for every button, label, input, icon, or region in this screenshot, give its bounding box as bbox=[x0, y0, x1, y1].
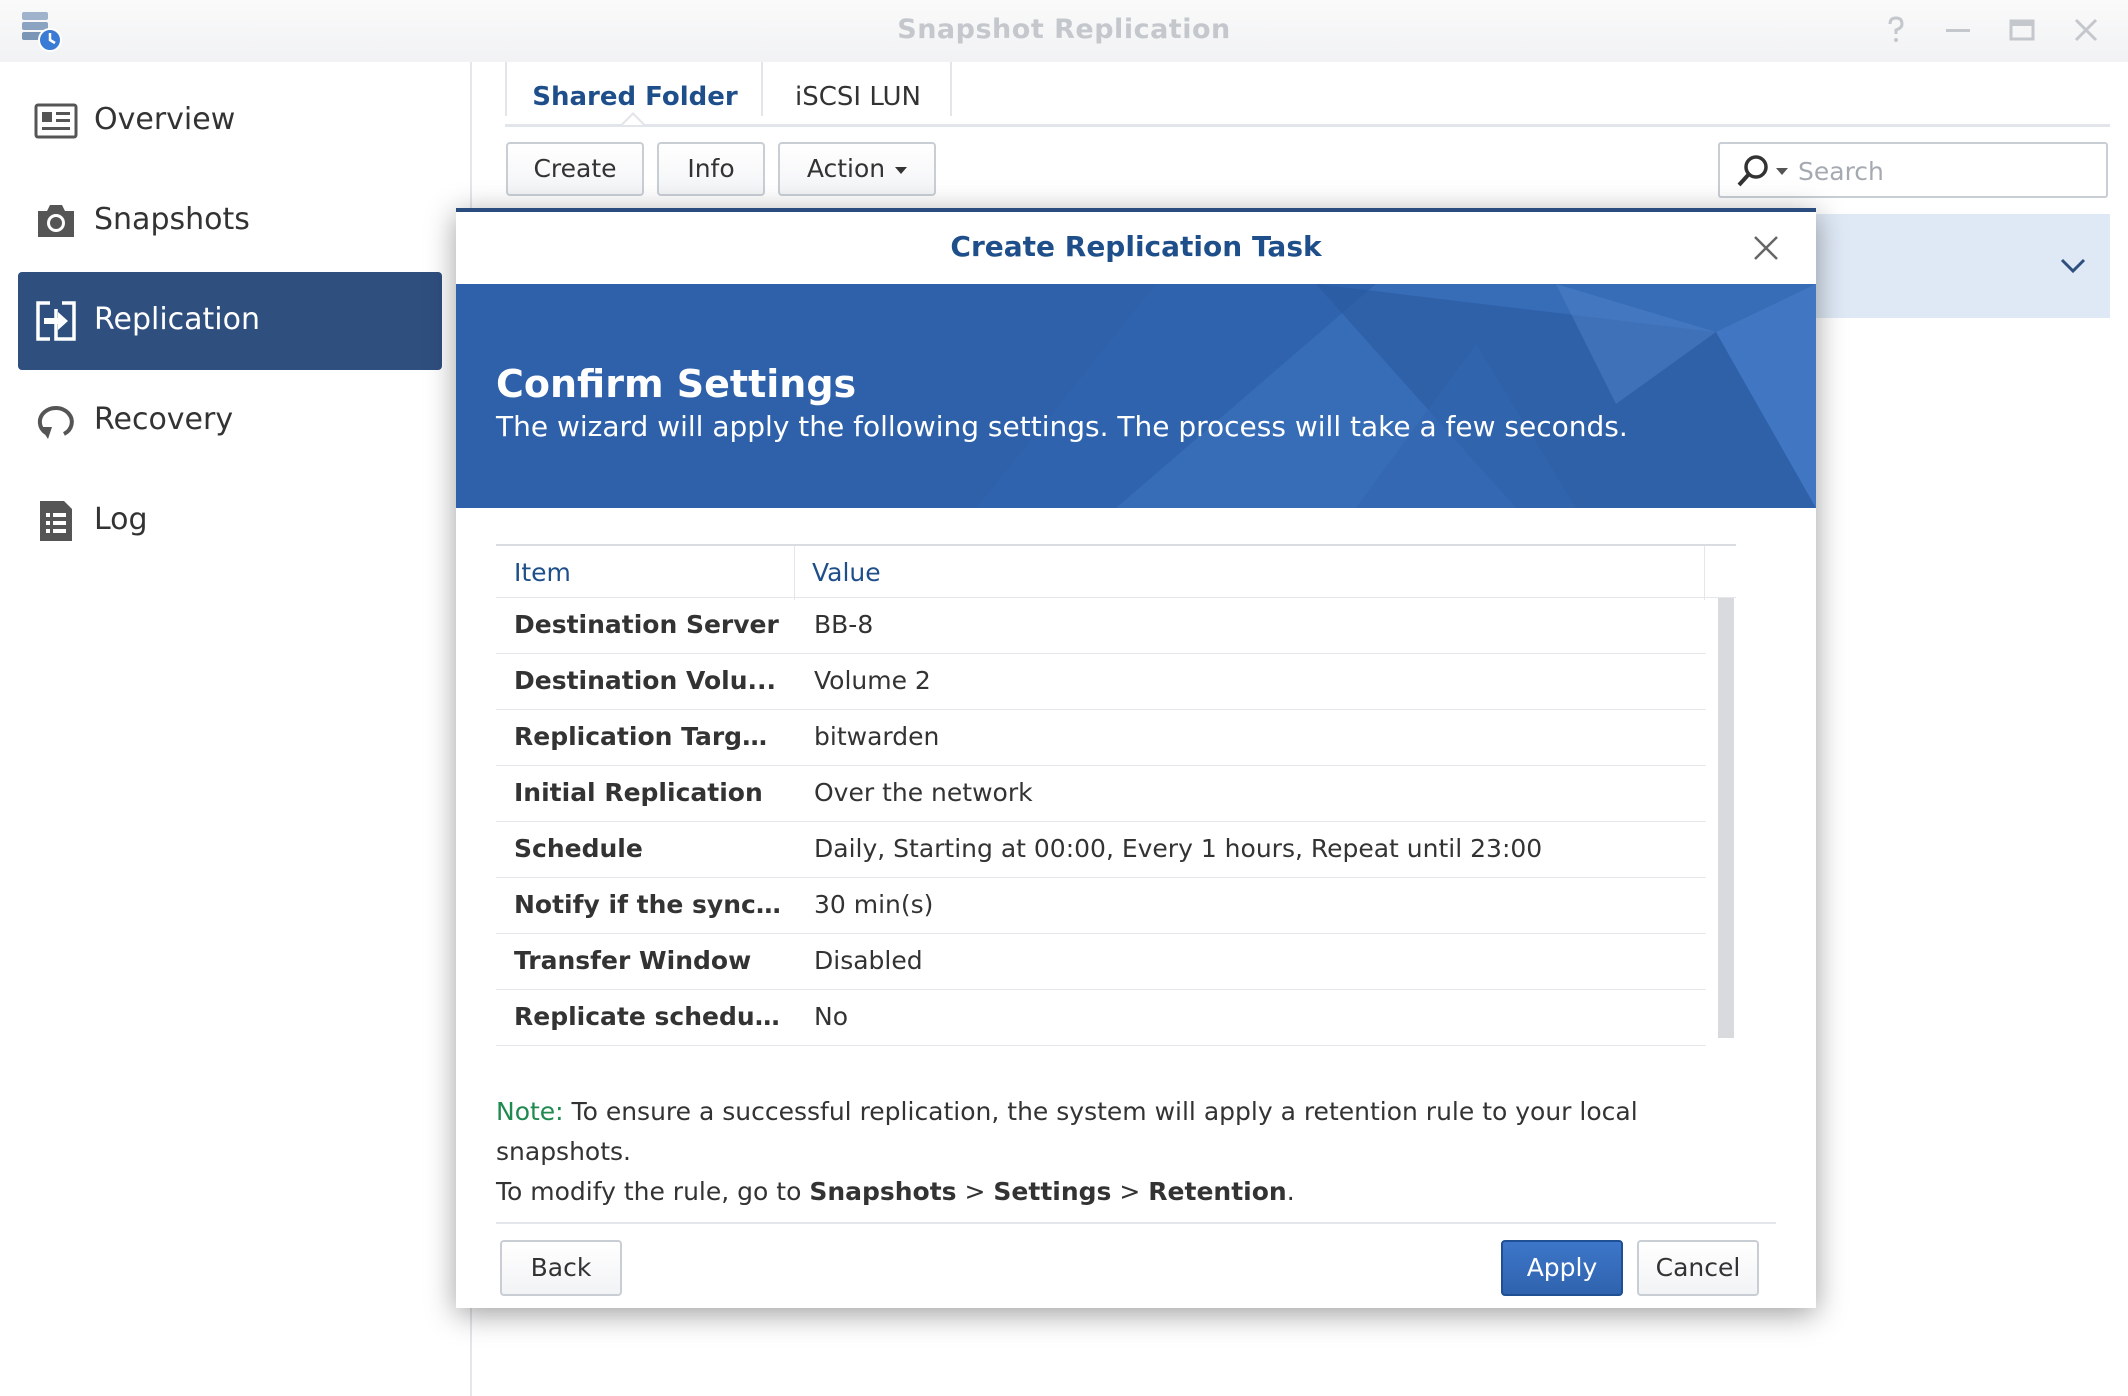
row-value: Daily, Starting at 00:00, Every 1 hours,… bbox=[814, 834, 1543, 863]
caret-down-icon bbox=[895, 166, 908, 174]
row-item: Initial Replication bbox=[514, 778, 763, 807]
sidebar-item-label: Log bbox=[94, 502, 148, 537]
info-button[interactable]: Info bbox=[657, 142, 765, 196]
sidebar-item-label: Recovery bbox=[94, 402, 234, 437]
cancel-button[interactable]: Cancel bbox=[1637, 1240, 1759, 1296]
sidebar-item-label: Overview bbox=[94, 102, 236, 137]
dialog-header: Create Replication Task bbox=[456, 212, 1816, 284]
table-row[interactable]: Notify if the sync ... 30 min(s) bbox=[496, 878, 1706, 934]
help-icon[interactable] bbox=[1880, 14, 1912, 46]
banner-subtitle: The wizard will apply the following sett… bbox=[496, 410, 1628, 443]
sidebar-item-replication[interactable]: Replication bbox=[18, 272, 442, 370]
dialog-title: Create Replication Task bbox=[950, 230, 1322, 263]
window-title: Snapshot Replication bbox=[897, 14, 1231, 45]
minimize-icon[interactable] bbox=[1942, 14, 1974, 46]
wizard-banner: Confirm Settings The wizard will apply t… bbox=[456, 284, 1816, 508]
recovery-icon bbox=[37, 405, 74, 439]
table-row[interactable]: Destination Volu... Volume 2 bbox=[496, 654, 1706, 710]
create-button[interactable]: Create bbox=[506, 142, 644, 196]
dialog-footer-divider bbox=[496, 1222, 1776, 1224]
note-path-settings: Settings bbox=[993, 1177, 1112, 1206]
row-item: Replication Targe... bbox=[514, 722, 782, 751]
row-item: Transfer Window bbox=[514, 946, 752, 975]
sidebar-item-log[interactable]: Log bbox=[18, 472, 442, 570]
row-value: Over the network bbox=[814, 778, 1033, 807]
chevron-down-icon[interactable] bbox=[2058, 250, 2088, 280]
column-header-item[interactable]: Item bbox=[514, 558, 571, 587]
overview-icon bbox=[34, 103, 78, 139]
create-replication-task-dialog: Create Replication Task Confirm Settings… bbox=[456, 208, 1816, 1308]
table-row[interactable]: Schedule Daily, Starting at 00:00, Every… bbox=[496, 822, 1706, 878]
sidebar-item-snapshots[interactable]: Snapshots bbox=[18, 172, 442, 270]
sidebar-item-overview[interactable]: Overview bbox=[18, 72, 442, 170]
row-value: 30 min(s) bbox=[814, 890, 934, 919]
tab-bar: Shared Folder iSCSI LUN bbox=[505, 62, 2110, 126]
sidebar-item-label: Snapshots bbox=[94, 202, 250, 237]
note-end: . bbox=[1286, 1177, 1295, 1206]
table-row[interactable]: Initial Replication Over the network bbox=[496, 766, 1706, 822]
action-button-label: Action bbox=[806, 154, 886, 183]
table-row[interactable]: Replication Targe... bitwarden bbox=[496, 710, 1706, 766]
row-value: bitwarden bbox=[814, 722, 940, 751]
table-row[interactable]: Transfer Window Disabled bbox=[496, 934, 1706, 990]
note-path-separator: > bbox=[1111, 1177, 1149, 1206]
note-path-retention: Retention bbox=[1148, 1177, 1287, 1206]
table-body[interactable]: Destination Server BB-8 Destination Volu… bbox=[496, 598, 1736, 1070]
action-button[interactable]: Action bbox=[778, 142, 936, 196]
search-input[interactable] bbox=[1796, 150, 2100, 192]
maximize-icon[interactable] bbox=[2006, 14, 2038, 46]
search-icon[interactable] bbox=[1736, 154, 1770, 188]
camera-icon bbox=[38, 205, 74, 237]
note-path-snapshots: Snapshots bbox=[809, 1177, 957, 1206]
sidebar: Overview Snapshots Replication Recovery bbox=[0, 62, 470, 1396]
row-value: BB-8 bbox=[814, 610, 874, 639]
banner-title: Confirm Settings bbox=[496, 362, 857, 406]
sidebar-item-label: Replication bbox=[94, 302, 261, 337]
replication-icon bbox=[36, 301, 76, 341]
close-window-icon[interactable] bbox=[2070, 14, 2102, 46]
back-button[interactable]: Back bbox=[500, 1240, 622, 1296]
tab-underline bbox=[505, 124, 2110, 127]
note-text: To modify the rule, go to bbox=[496, 1177, 810, 1206]
search-box[interactable] bbox=[1718, 142, 2108, 198]
column-divider bbox=[794, 546, 795, 600]
close-icon[interactable] bbox=[1750, 232, 1782, 264]
title-bar: Snapshot Replication bbox=[0, 0, 2128, 62]
table-row[interactable]: Destination Server BB-8 bbox=[496, 598, 1706, 654]
table-header: Item Value bbox=[496, 544, 1736, 600]
note-path-separator: > bbox=[956, 1177, 994, 1206]
row-item: Destination Server bbox=[514, 610, 779, 639]
note-label: Note: bbox=[496, 1097, 564, 1126]
row-value: No bbox=[814, 1002, 848, 1031]
row-value: Volume 2 bbox=[814, 666, 931, 695]
row-value: Disabled bbox=[814, 946, 923, 975]
sidebar-item-recovery[interactable]: Recovery bbox=[18, 372, 442, 470]
tab-divider bbox=[950, 62, 952, 116]
column-divider bbox=[1704, 546, 1705, 600]
retention-note: Note: To ensure a successful replication… bbox=[496, 1092, 1776, 1212]
tab-iscsi-lun[interactable]: iSCSI LUN bbox=[763, 72, 953, 126]
log-icon bbox=[40, 501, 72, 541]
search-options-caret-icon[interactable] bbox=[1776, 168, 1788, 175]
row-item: Schedule bbox=[514, 834, 643, 863]
row-item: Destination Volu... bbox=[514, 666, 776, 695]
note-text: To ensure a successful replication, the … bbox=[496, 1097, 1638, 1166]
table-row[interactable]: Replicate schedul... No bbox=[496, 990, 1706, 1046]
apply-button[interactable]: Apply bbox=[1501, 1240, 1623, 1296]
column-header-value[interactable]: Value bbox=[812, 558, 881, 587]
row-item: Replicate schedul... bbox=[514, 1002, 782, 1031]
active-tab-indicator bbox=[621, 112, 645, 125]
row-item: Notify if the sync ... bbox=[514, 890, 782, 919]
table-scrollbar[interactable] bbox=[1718, 598, 1734, 1038]
